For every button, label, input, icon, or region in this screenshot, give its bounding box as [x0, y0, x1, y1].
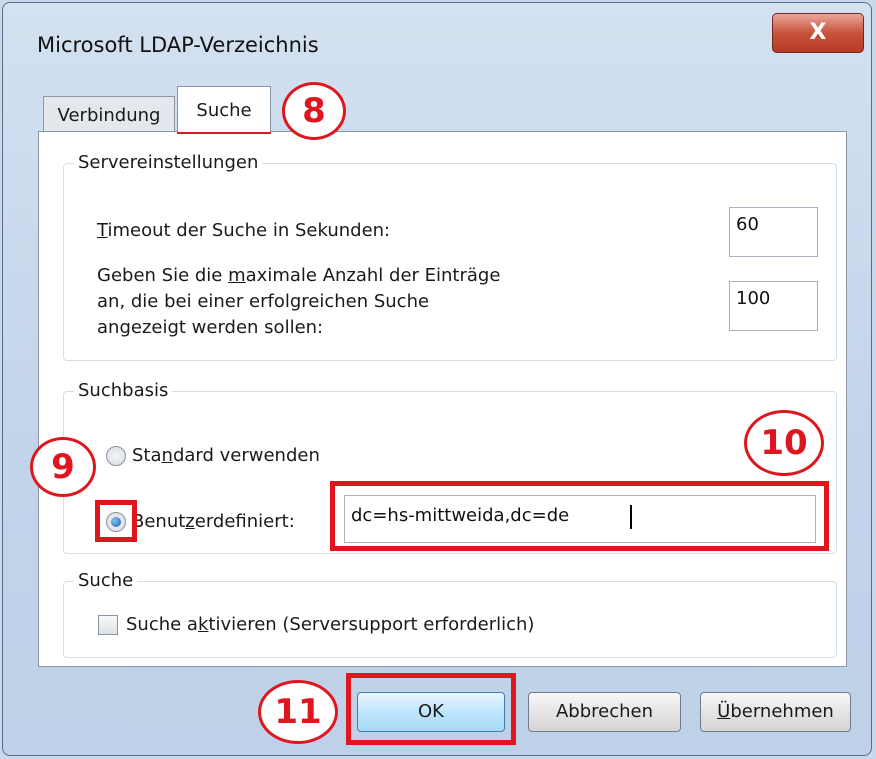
- annotation-box-radio: [95, 500, 137, 542]
- timeout-input[interactable]: 60: [729, 207, 818, 257]
- annotation-marker-11: 11: [258, 680, 338, 744]
- annotation-marker-8: 8: [282, 82, 346, 140]
- timeout-label: Timeout der Suche in Sekunden:: [97, 220, 391, 241]
- annotation-marker-9: 9: [30, 437, 96, 497]
- apply-button[interactable]: Übernehmen: [700, 692, 851, 732]
- close-icon: X: [809, 20, 827, 45]
- tab-panel-suche: Servereinstellungen Timeout der Suche in…: [38, 131, 847, 667]
- max-entries-input[interactable]: 100: [729, 281, 818, 331]
- max-entries-label-line1: Geben Sie die maximale Anzahl der Einträ…: [97, 265, 501, 286]
- group-label-server-settings: Servereinstellungen: [74, 152, 263, 173]
- close-button[interactable]: X: [772, 13, 864, 53]
- group-label-search: Suche: [74, 570, 138, 591]
- radio-standard[interactable]: [106, 446, 126, 466]
- enable-search-label[interactable]: Suche aktivieren (Serversupport erforder…: [126, 612, 534, 638]
- radio-standard-label[interactable]: Standard verwenden: [132, 443, 320, 469]
- tab-verbindung[interactable]: Verbindung: [43, 96, 175, 132]
- radio-custom-label[interactable]: Benutzerdefiniert:: [132, 509, 295, 535]
- cancel-button[interactable]: Abbrechen: [528, 692, 681, 732]
- max-entries-label-line3: angezeigt werden sollen:: [97, 317, 324, 338]
- window-title: Microsoft LDAP-Verzeichnis: [37, 33, 319, 57]
- annotation-marker-10: 10: [744, 410, 824, 476]
- annotation-box-search-base: [330, 481, 829, 551]
- annotation-box-ok: [346, 673, 516, 745]
- group-label-search-base: Suchbasis: [74, 380, 173, 401]
- tab-suche[interactable]: Suche: [177, 86, 271, 132]
- max-entries-label-line2: an, die bei einer erfolgreichen Suche: [97, 291, 430, 312]
- enable-search-checkbox[interactable]: [98, 615, 118, 635]
